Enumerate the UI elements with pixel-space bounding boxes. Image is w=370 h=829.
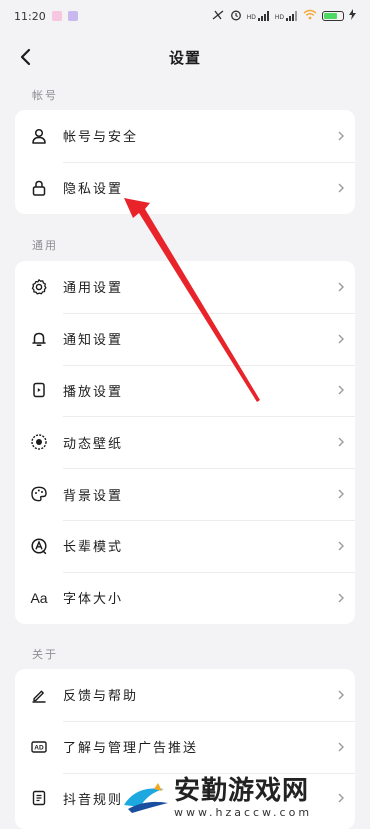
watermark: 安勤游戏网 www.hzaccw.com <box>118 772 368 822</box>
back-button[interactable] <box>10 42 40 72</box>
nfc-icon <box>211 9 225 24</box>
gear-icon <box>15 261 63 313</box>
chevron-right-icon <box>327 488 355 500</box>
status-time: 11:20 <box>14 9 46 23</box>
section-label-general: 通用 <box>32 239 58 252</box>
row-background-settings[interactable]: 背景设置 <box>15 468 355 520</box>
row-label: 通用设置 <box>63 281 124 297</box>
chevron-right-icon <box>327 182 355 194</box>
status-bar: 11:20 HD HD <box>0 0 370 32</box>
bell-icon <box>15 313 63 365</box>
chevron-left-icon <box>20 48 31 66</box>
chevron-right-icon <box>327 436 355 448</box>
live-wallpaper-icon <box>15 416 63 468</box>
row-ad-management[interactable]: AD 了解与管理广告推送 <box>15 720 355 773</box>
row-account-security[interactable]: 帐号与安全 <box>15 110 355 162</box>
chevron-right-icon <box>327 592 355 604</box>
charging-icon <box>349 9 356 23</box>
ad-icon: AD <box>15 721 63 773</box>
row-elder-mode[interactable]: 长辈模式 <box>15 519 355 572</box>
play-settings-icon <box>15 365 63 417</box>
user-icon <box>15 110 63 162</box>
row-label: 通知设置 <box>63 333 124 349</box>
account-card: 帐号与安全 隐私设置 <box>15 110 355 214</box>
row-label: 长辈模式 <box>63 540 124 556</box>
page-header: 设置 <box>0 36 370 78</box>
row-notification-settings[interactable]: 通知设置 <box>15 312 355 365</box>
row-privacy-settings[interactable]: 隐私设置 <box>15 161 355 214</box>
row-label: 隐私设置 <box>63 182 124 198</box>
elder-mode-icon <box>15 520 63 572</box>
chevron-right-icon <box>327 689 355 701</box>
rules-doc-icon <box>15 773 63 825</box>
section-label-about: 关于 <box>32 648 58 661</box>
row-label: 了解与管理广告推送 <box>63 741 199 757</box>
wifi-icon <box>303 9 317 23</box>
alarm-icon <box>230 9 242 24</box>
row-label: 字体大小 <box>63 592 124 608</box>
row-feedback-help[interactable]: 反馈与帮助 <box>15 669 355 721</box>
edit-pen-icon <box>15 669 63 721</box>
battery-icon <box>322 11 344 21</box>
row-label: 动态壁纸 <box>63 436 124 452</box>
chevron-right-icon <box>327 130 355 142</box>
lock-icon <box>15 162 63 214</box>
chevron-right-icon <box>327 540 355 552</box>
general-card: 通用设置 通知设置 播放设置 动态壁纸 背景设置 长辈模式 Aa 字体大小 <box>15 261 355 624</box>
page-title: 设置 <box>168 48 201 67</box>
chevron-right-icon <box>327 384 355 396</box>
signal-icon-2: HD <box>275 11 298 21</box>
row-font-size[interactable]: Aa 字体大小 <box>15 571 355 624</box>
row-live-wallpaper[interactable]: 动态壁纸 <box>15 416 355 468</box>
app-notification-icon <box>67 11 78 21</box>
row-label: 帐号与安全 <box>63 130 139 146</box>
watermark-title: 安勤游戏网 <box>174 775 310 806</box>
palette-icon <box>15 468 63 520</box>
row-general-settings[interactable]: 通用设置 <box>15 261 355 313</box>
row-label: 背景设置 <box>63 488 124 504</box>
section-label-account: 帐号 <box>32 89 58 102</box>
row-label: 反馈与帮助 <box>63 689 139 705</box>
row-label: 播放设置 <box>63 384 124 400</box>
watermark-logo-icon <box>120 783 172 815</box>
notification-icon <box>51 11 62 21</box>
font-size-icon: Aa <box>30 589 48 606</box>
chevron-right-icon <box>327 333 355 345</box>
chevron-right-icon <box>327 741 355 753</box>
signal-icon-1: HD <box>247 11 270 21</box>
watermark-url: www.hzaccw.com <box>174 805 313 819</box>
row-play-settings[interactable]: 播放设置 <box>15 364 355 417</box>
svg-text:AD: AD <box>34 744 44 751</box>
chevron-right-icon <box>327 281 355 293</box>
